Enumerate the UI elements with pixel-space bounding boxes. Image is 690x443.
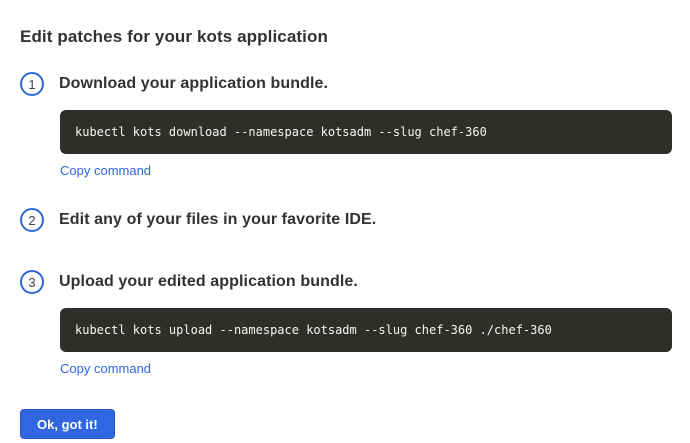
step-1-body: kubectl kots download --namespace kotsad… <box>60 110 672 180</box>
upload-command-text: kubectl kots upload --namespace kotsadm … <box>75 323 552 337</box>
copy-upload-command-link[interactable]: Copy command <box>60 361 151 376</box>
step-3-heading: Upload your edited application bundle. <box>59 273 358 291</box>
page-title: Edit patches for your kots application <box>20 27 672 47</box>
footer: Ok, got it! <box>20 409 672 439</box>
step-3-row: 3 Upload your edited application bundle. <box>20 270 672 294</box>
step-1-heading: Download your application bundle. <box>59 75 328 93</box>
upload-command-snippet: kubectl kots upload --namespace kotsadm … <box>60 308 672 352</box>
download-command-snippet: kubectl kots download --namespace kotsad… <box>60 110 672 154</box>
download-command-text: kubectl kots download --namespace kotsad… <box>75 125 487 139</box>
step-1-number-badge: 1 <box>20 72 44 96</box>
step-3-body: kubectl kots upload --namespace kotsadm … <box>60 308 672 378</box>
step-3-number-badge: 3 <box>20 270 44 294</box>
ok-got-it-button[interactable]: Ok, got it! <box>20 409 115 439</box>
step-2-row: 2 Edit any of your files in your favorit… <box>20 208 672 232</box>
copy-download-command-link[interactable]: Copy command <box>60 163 151 178</box>
step-2-heading: Edit any of your files in your favorite … <box>59 211 376 229</box>
step-2-number-badge: 2 <box>20 208 44 232</box>
edit-patches-panel: Edit patches for your kots application 1… <box>0 0 690 439</box>
step-1-row: 1 Download your application bundle. <box>20 72 672 96</box>
